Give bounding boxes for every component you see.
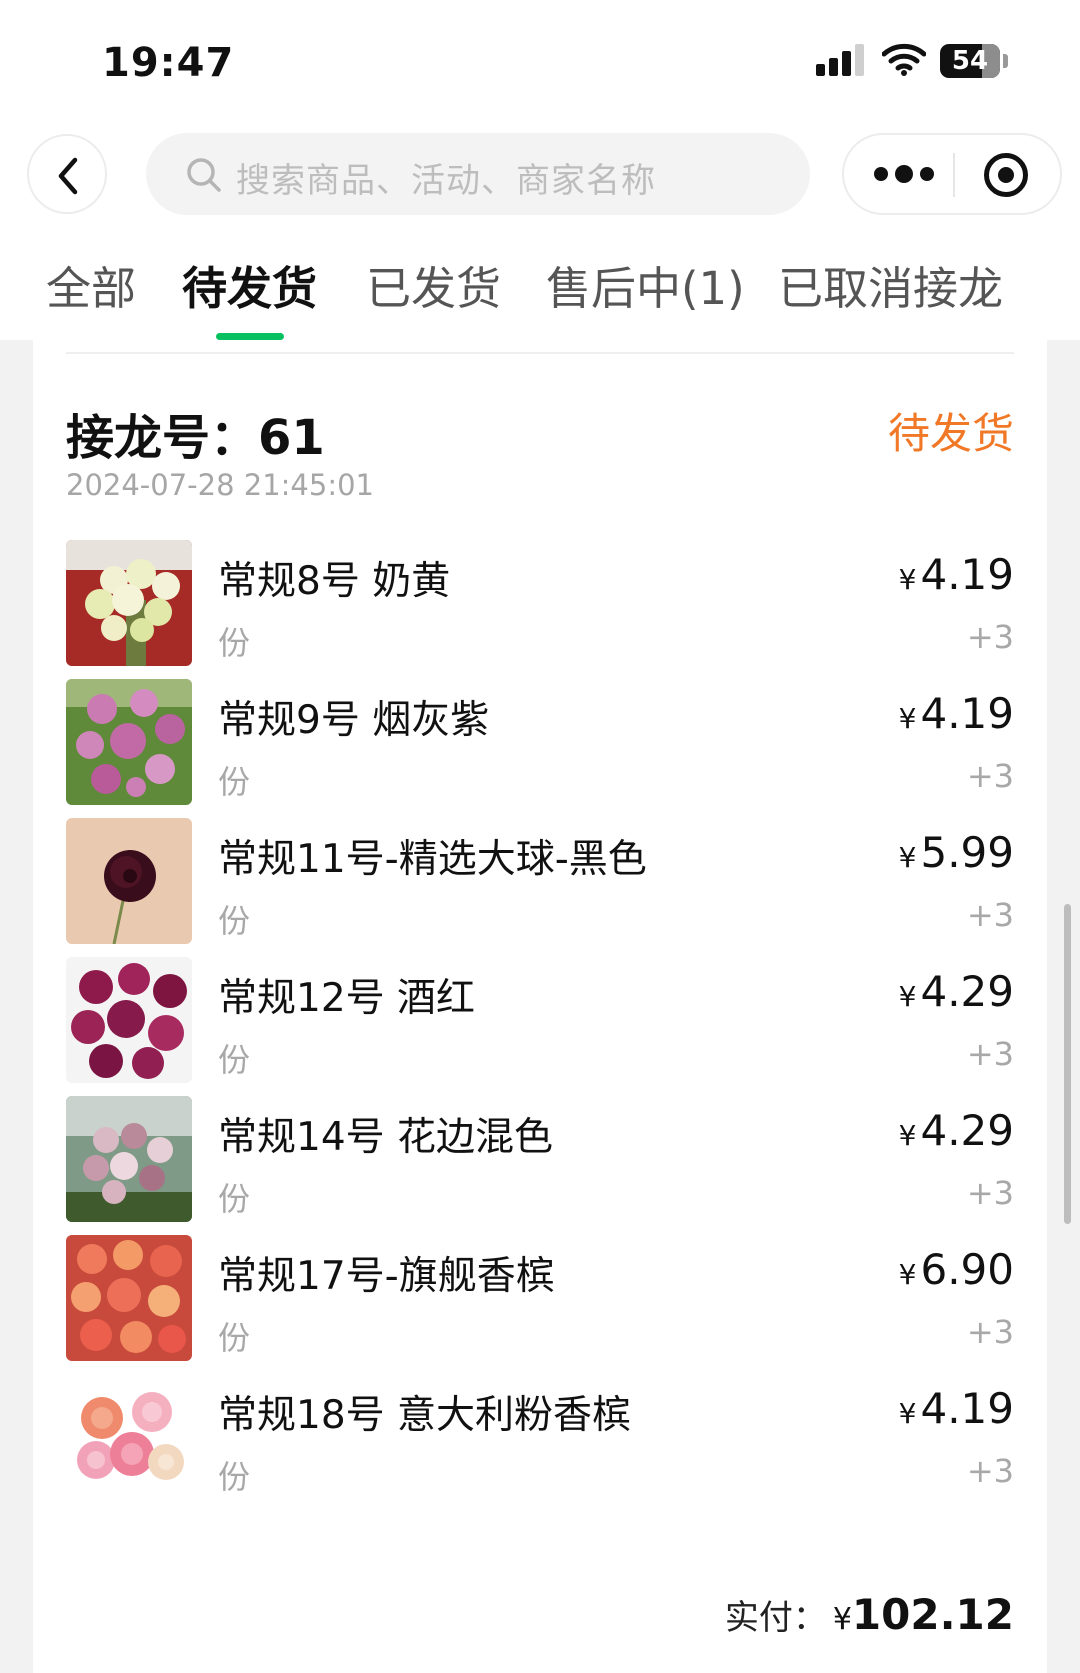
- product-unit: 份: [218, 902, 251, 940]
- product-quantity: +3: [966, 1174, 1014, 1212]
- tab-shipped[interactable]: 已发货: [366, 252, 501, 317]
- product-price: ¥4.19: [899, 689, 1014, 738]
- product-price: ¥5.99: [899, 828, 1014, 877]
- search-icon: [187, 158, 221, 192]
- list-item[interactable]: 常规17号-旗舰香槟 份 ¥6.90 +3: [66, 1235, 1014, 1363]
- target-icon[interactable]: [984, 153, 1028, 197]
- paid-label: 实付：: [724, 1598, 827, 1638]
- product-unit: 份: [218, 624, 251, 662]
- currency-symbol: ¥: [898, 841, 917, 874]
- product-quantity: +3: [966, 757, 1014, 795]
- product-unit: 份: [218, 1458, 251, 1496]
- order-number-value: 61: [258, 410, 325, 466]
- currency-symbol: ¥: [898, 1119, 917, 1152]
- scrollbar[interactable]: [1064, 904, 1071, 1224]
- product-name: 常规14号 花边混色: [218, 1115, 554, 1160]
- product-name: 常规17号-旗舰香槟: [218, 1254, 555, 1299]
- product-name: 常规9号 烟灰紫: [218, 698, 490, 743]
- product-price: ¥4.29: [899, 1106, 1014, 1155]
- product-price: ¥6.90: [899, 1245, 1014, 1294]
- order-number: 接龙号：61: [66, 398, 325, 468]
- product-name: 常规18号 意大利粉香槟: [218, 1393, 632, 1438]
- product-image: [66, 957, 192, 1083]
- product-unit: 份: [218, 1319, 251, 1357]
- back-icon: [58, 157, 78, 195]
- product-name: 常规11号-精选大球-黑色: [218, 837, 647, 882]
- currency-symbol: ¥: [832, 1602, 852, 1637]
- product-unit: 份: [218, 1180, 251, 1218]
- product-image: [66, 1096, 192, 1222]
- paid-amount: 102.12: [851, 1590, 1014, 1639]
- product-name: 常规8号 奶黄: [218, 559, 451, 604]
- order-time: 2024-07-28 21:45:01: [66, 468, 374, 502]
- tab-all[interactable]: 全部: [46, 252, 136, 317]
- currency-symbol: ¥: [898, 563, 917, 596]
- tab-cancelled[interactable]: 已取消接龙: [778, 252, 1003, 317]
- tab-after-sales[interactable]: 售后中(1): [546, 252, 745, 317]
- battery-icon: 54: [940, 44, 1000, 78]
- battery-level: 54: [951, 46, 989, 76]
- active-tab-indicator: [216, 333, 284, 340]
- mini-program-capsule: [842, 133, 1062, 215]
- paid-total: 实付： ¥102.12: [725, 1590, 1014, 1639]
- wifi-icon: [882, 43, 926, 76]
- order-number-label: 接龙号：: [66, 410, 259, 466]
- list-item[interactable]: 常规12号 酒红 份 ¥4.29 +3: [66, 957, 1014, 1085]
- status-time: 19:47: [102, 40, 235, 86]
- search-input[interactable]: 搜索商品、活动、商家名称: [146, 133, 810, 215]
- list-item[interactable]: 常规9号 烟灰紫 份 ¥4.19 +3: [66, 679, 1014, 807]
- price-value: 4.19: [920, 689, 1014, 738]
- battery-nub: [1003, 54, 1008, 68]
- price-value: 4.29: [920, 1106, 1014, 1155]
- list-item[interactable]: 常规18号 意大利粉香槟 份 ¥4.19 +3: [66, 1374, 1014, 1502]
- list-item[interactable]: 常规14号 花边混色 份 ¥4.29 +3: [66, 1096, 1014, 1224]
- product-quantity: +3: [966, 1313, 1014, 1351]
- order-card[interactable]: 接龙号：61 待发货 2024-07-28 21:45:01 常规8号 奶黄 份…: [33, 340, 1047, 1673]
- product-price: ¥4.19: [899, 1384, 1014, 1433]
- list-item[interactable]: 常规11号-精选大球-黑色 份 ¥5.99 +3: [66, 818, 1014, 946]
- back-button[interactable]: [27, 134, 107, 214]
- product-name: 常规12号 酒红: [218, 976, 476, 1021]
- order-status: 待发货: [887, 409, 1014, 458]
- product-quantity: +3: [966, 618, 1014, 656]
- product-unit: 份: [218, 1041, 251, 1079]
- product-quantity: +3: [966, 1035, 1014, 1073]
- product-image: [66, 679, 192, 805]
- currency-symbol: ¥: [898, 702, 917, 735]
- currency-symbol: ¥: [898, 980, 917, 1013]
- product-image: [66, 1374, 192, 1500]
- currency-symbol: ¥: [898, 1397, 917, 1430]
- product-image: [66, 540, 192, 666]
- price-value: 6.90: [920, 1245, 1014, 1294]
- signal-icon: [816, 44, 868, 76]
- capsule-divider: [953, 153, 955, 197]
- tab-pending-shipment[interactable]: 待发货: [182, 252, 317, 317]
- price-value: 5.99: [920, 828, 1014, 877]
- list-item[interactable]: 常规8号 奶黄 份 ¥4.19 +3: [66, 540, 1014, 668]
- price-value: 4.19: [920, 1384, 1014, 1433]
- product-image: [66, 818, 192, 944]
- more-icon[interactable]: [874, 165, 934, 185]
- card-divider: [66, 352, 1014, 354]
- product-quantity: +3: [966, 896, 1014, 934]
- currency-symbol: ¥: [898, 1258, 917, 1291]
- product-unit: 份: [218, 763, 251, 801]
- price-value: 4.19: [920, 550, 1014, 599]
- search-placeholder: 搜索商品、活动、商家名称: [236, 161, 656, 201]
- product-quantity: +3: [966, 1452, 1014, 1490]
- product-price: ¥4.29: [899, 967, 1014, 1016]
- price-value: 4.29: [920, 967, 1014, 1016]
- product-price: ¥4.19: [899, 550, 1014, 599]
- product-image: [66, 1235, 192, 1361]
